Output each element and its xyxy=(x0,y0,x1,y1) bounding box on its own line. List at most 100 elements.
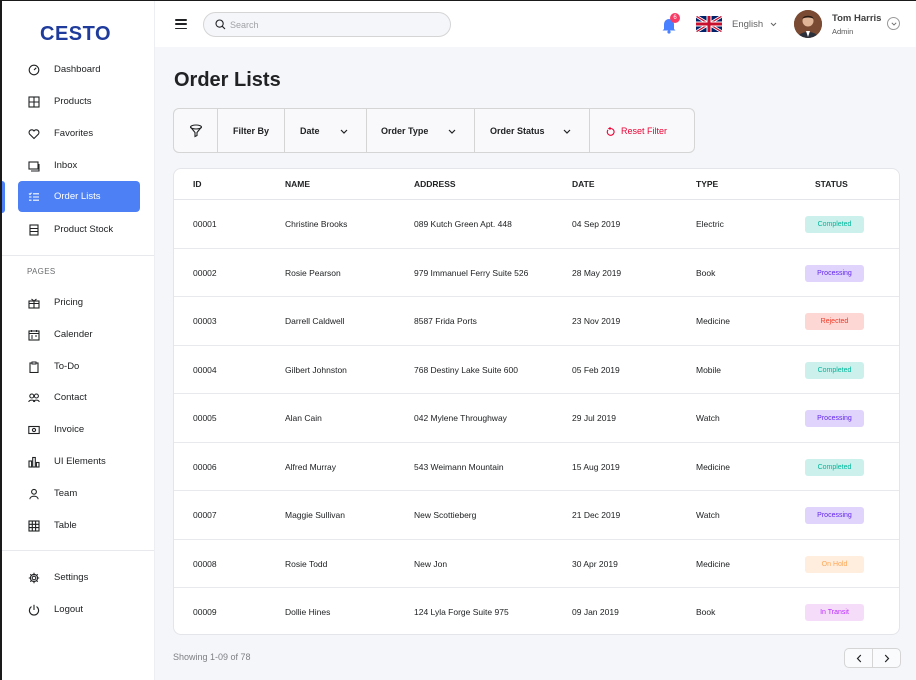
column-header-type[interactable]: TYPE xyxy=(696,179,718,189)
cell-date: 09 Jan 2019 xyxy=(572,607,619,617)
notification-badge: 6 xyxy=(670,13,680,23)
chevron-down-icon xyxy=(448,126,456,136)
reset-filter-button[interactable]: Reset Filter xyxy=(590,109,667,152)
table-icon xyxy=(28,519,40,532)
status-badge: Processing xyxy=(805,410,864,427)
table-row[interactable]: 00005 Alan Cain 042 Mylene Throughway 29 Ju… xyxy=(174,394,899,443)
cell-name: Rosie Todd xyxy=(285,558,328,569)
sidebar-item-ui-elements[interactable]: UI Elements xyxy=(18,446,140,477)
app-logo: CESTO xyxy=(40,23,112,45)
status-badge: In Transit xyxy=(805,604,864,621)
sidebar-item-label: Team xyxy=(54,488,78,499)
sidebar-item-label: Table xyxy=(54,520,77,531)
heart-icon xyxy=(28,128,40,140)
contact-icon xyxy=(28,392,40,404)
next-page-button[interactable] xyxy=(873,649,900,667)
gift-icon xyxy=(28,297,40,309)
sidebar-item-label: Products xyxy=(54,96,92,107)
chevron-left-icon xyxy=(856,654,862,663)
table-row[interactable]: 00006 Alfred Murray 543 Weimann Mountain 15… xyxy=(174,443,899,491)
order-status-filter-dropdown[interactable]: Order Status xyxy=(475,109,590,152)
cell-name: Dollie Hines xyxy=(285,607,331,617)
table-row[interactable]: 00003 Darrell Caldwell 8587 Frida Ports 23 … xyxy=(174,297,899,346)
table-row[interactable]: 00009 Dollie Hines 124 Lyla Forge Suite 97… xyxy=(174,588,899,634)
sidebar-item-invoice[interactable]: Invoice xyxy=(18,414,140,445)
profile-menu-chevron-icon[interactable] xyxy=(887,17,900,30)
filter-by-label: Filter By xyxy=(218,109,285,152)
table-row[interactable]: 00002 Rosie Pearson 979 Immanuel Ferry Sui… xyxy=(174,249,899,297)
sidebar-item-products[interactable]: Products xyxy=(18,86,140,117)
previous-page-button[interactable] xyxy=(845,649,873,667)
date-filter-dropdown[interactable]: Date xyxy=(285,109,367,152)
table-row[interactable]: 00001 Christine Brooks 089 Kutch Green Apt… xyxy=(174,200,899,249)
orders-table: ID NAME ADDRESS DATE TYPE STATUS 00001 Ch… xyxy=(173,168,900,635)
sidebar-item-favorites[interactable]: Favorites xyxy=(18,118,140,149)
table-header: ID NAME ADDRESS DATE TYPE STATUS xyxy=(174,169,899,200)
cell-address: 979 Immanuel Ferry Suite 526 xyxy=(414,267,529,278)
sidebar-item-contact[interactable]: Contact xyxy=(18,382,140,413)
sidebar-item-pricing[interactable]: Pricing xyxy=(18,287,140,318)
sidebar-item-todo[interactable]: To-Do xyxy=(18,351,140,382)
chevron-down-icon xyxy=(770,22,777,27)
column-header-date[interactable]: DATE xyxy=(572,179,595,189)
cell-type: Watch xyxy=(696,413,720,423)
sidebar-item-product-stock[interactable]: Product Stock xyxy=(18,214,140,245)
sidebar-item-inbox[interactable]: Inbox xyxy=(18,150,140,181)
language-selector[interactable]: English xyxy=(732,19,777,30)
power-icon xyxy=(28,604,40,616)
sidebar-item-label: Invoice xyxy=(54,424,85,435)
sidebar-divider xyxy=(2,550,154,551)
cell-id: 00007 xyxy=(193,510,217,520)
column-header-id[interactable]: ID xyxy=(193,179,202,189)
table-row[interactable]: 00004 Gilbert Johnston 768 Destiny Lake Su… xyxy=(174,346,899,394)
filter-icon[interactable] xyxy=(174,109,218,152)
sidebar-item-dashboard[interactable]: Dashboard xyxy=(18,54,140,85)
order-type-filter-dropdown[interactable]: Order Type xyxy=(367,109,475,152)
sidebar-item-settings[interactable]: Settings xyxy=(18,562,140,593)
search-input[interactable] xyxy=(230,19,430,30)
sidebar-item-label: Dashboard xyxy=(54,64,101,75)
chevron-down-icon xyxy=(563,126,571,136)
status-badge: Rejected xyxy=(805,313,864,330)
search-icon xyxy=(215,19,226,30)
cell-date: 30 Apr 2019 xyxy=(572,558,618,569)
list-icon xyxy=(28,191,40,203)
table-row[interactable]: 00007 Maggie Sullivan New Scottieberg 21 De… xyxy=(174,491,899,540)
column-header-address[interactable]: ADDRESS xyxy=(414,179,456,189)
order-type-filter-label: Order Type xyxy=(381,125,429,136)
sidebar-item-team[interactable]: Team xyxy=(18,478,140,509)
sidebar-item-label: To-Do xyxy=(54,361,80,372)
cell-type: Book xyxy=(696,607,716,617)
uk-flag-icon[interactable] xyxy=(696,16,722,32)
sidebar-item-label: Logout xyxy=(54,604,84,615)
menu-icon[interactable] xyxy=(175,19,187,29)
status-badge: Completed xyxy=(805,458,864,476)
cell-address: 089 Kutch Green Apt. 448 xyxy=(414,219,512,229)
table-row[interactable]: 00008 Rosie Todd New Jon 30 Apr 2019 Medicin… xyxy=(174,540,899,588)
search-box[interactable] xyxy=(203,12,451,37)
column-header-name[interactable]: NAME xyxy=(285,179,310,189)
cell-date: 15 Aug 2019 xyxy=(572,461,620,472)
reset-filter-label: Reset Filter xyxy=(621,125,668,136)
filter-bar: Filter By Date Order Type Order Status R… xyxy=(173,108,695,153)
active-indicator xyxy=(2,181,5,213)
sidebar-item-logout[interactable]: Logout xyxy=(18,594,140,625)
avatar[interactable] xyxy=(794,10,822,38)
cell-type: Mobile xyxy=(696,364,722,375)
status-badge: Processing xyxy=(805,507,864,524)
cell-date: 05 Feb 2019 xyxy=(572,364,620,375)
sidebar-item-order-lists[interactable]: Order Lists xyxy=(18,181,140,212)
topbar: 6 English Tom Harris Admin xyxy=(155,1,916,47)
cell-date: 21 Dec 2019 xyxy=(572,510,621,520)
sidebar-item-table[interactable]: Table xyxy=(18,510,140,541)
gear-icon xyxy=(28,572,40,584)
sidebar-item-label: Contact xyxy=(54,392,87,403)
pagination-summary: Showing 1-09 of 78 xyxy=(173,652,251,662)
cell-id: 00008 xyxy=(193,558,217,569)
column-header-status[interactable]: STATUS xyxy=(815,179,848,189)
sidebar-item-calender[interactable]: Calender xyxy=(18,319,140,350)
pages-section-label: PAGES xyxy=(27,267,56,276)
sidebar-item-label: Product Stock xyxy=(54,224,114,235)
cell-date: 04 Sep 2019 xyxy=(572,219,621,229)
page-title: Order Lists xyxy=(174,69,281,91)
